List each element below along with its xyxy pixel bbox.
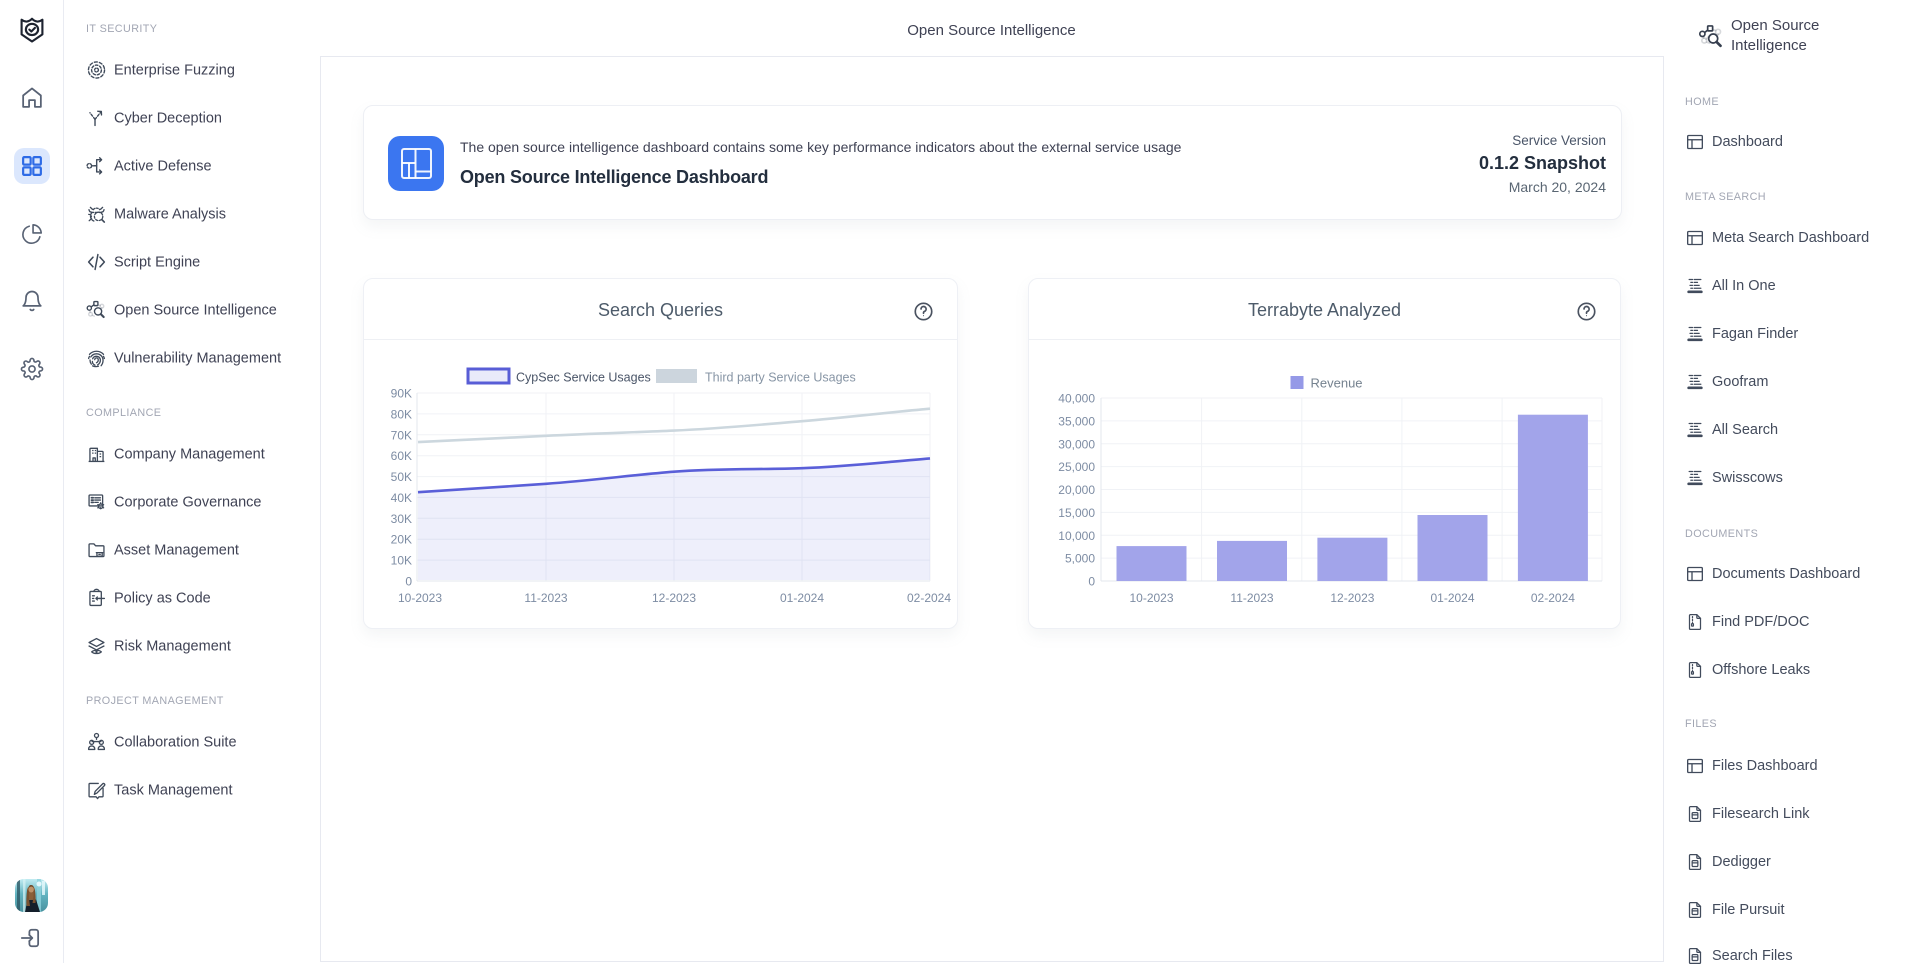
svg-text:01-2024: 01-2024 — [780, 591, 824, 605]
svg-text:10-2023: 10-2023 — [398, 591, 442, 605]
svg-text:Third party Service Usages: Third party Service Usages — [705, 371, 856, 385]
svg-text:30,000: 30,000 — [1058, 437, 1095, 451]
svg-text:02-2024: 02-2024 — [1531, 591, 1575, 605]
svg-text:10K: 10K — [391, 554, 412, 568]
svg-text:12-2023: 12-2023 — [652, 591, 696, 605]
svg-text:CypSec Service Usages: CypSec Service Usages — [516, 371, 651, 385]
svg-text:70K: 70K — [391, 428, 412, 442]
svg-text:25,000: 25,000 — [1058, 460, 1095, 474]
svg-text:30K: 30K — [391, 512, 412, 526]
svg-text:40,000: 40,000 — [1058, 392, 1095, 406]
svg-text:11-2023: 11-2023 — [524, 591, 567, 605]
svg-text:12-2023: 12-2023 — [1330, 591, 1374, 605]
svg-text:10,000: 10,000 — [1058, 529, 1095, 543]
svg-text:15,000: 15,000 — [1058, 506, 1095, 520]
svg-text:0: 0 — [1088, 575, 1095, 589]
svg-text:90K: 90K — [391, 387, 412, 401]
svg-text:50K: 50K — [391, 470, 412, 484]
svg-text:02-2024: 02-2024 — [907, 591, 951, 605]
svg-text:0: 0 — [405, 575, 412, 589]
svg-text:60K: 60K — [391, 449, 412, 463]
svg-text:35,000: 35,000 — [1058, 414, 1095, 428]
svg-text:11-2023: 11-2023 — [1230, 591, 1273, 605]
svg-text:40K: 40K — [391, 491, 412, 505]
svg-text:20,000: 20,000 — [1058, 483, 1095, 497]
svg-text:20K: 20K — [391, 533, 412, 547]
svg-text:10-2023: 10-2023 — [1129, 591, 1173, 605]
svg-text:01-2024: 01-2024 — [1430, 591, 1474, 605]
svg-text:Revenue: Revenue — [1311, 376, 1363, 391]
svg-text:5,000: 5,000 — [1065, 552, 1095, 566]
svg-text:80K: 80K — [391, 407, 412, 421]
